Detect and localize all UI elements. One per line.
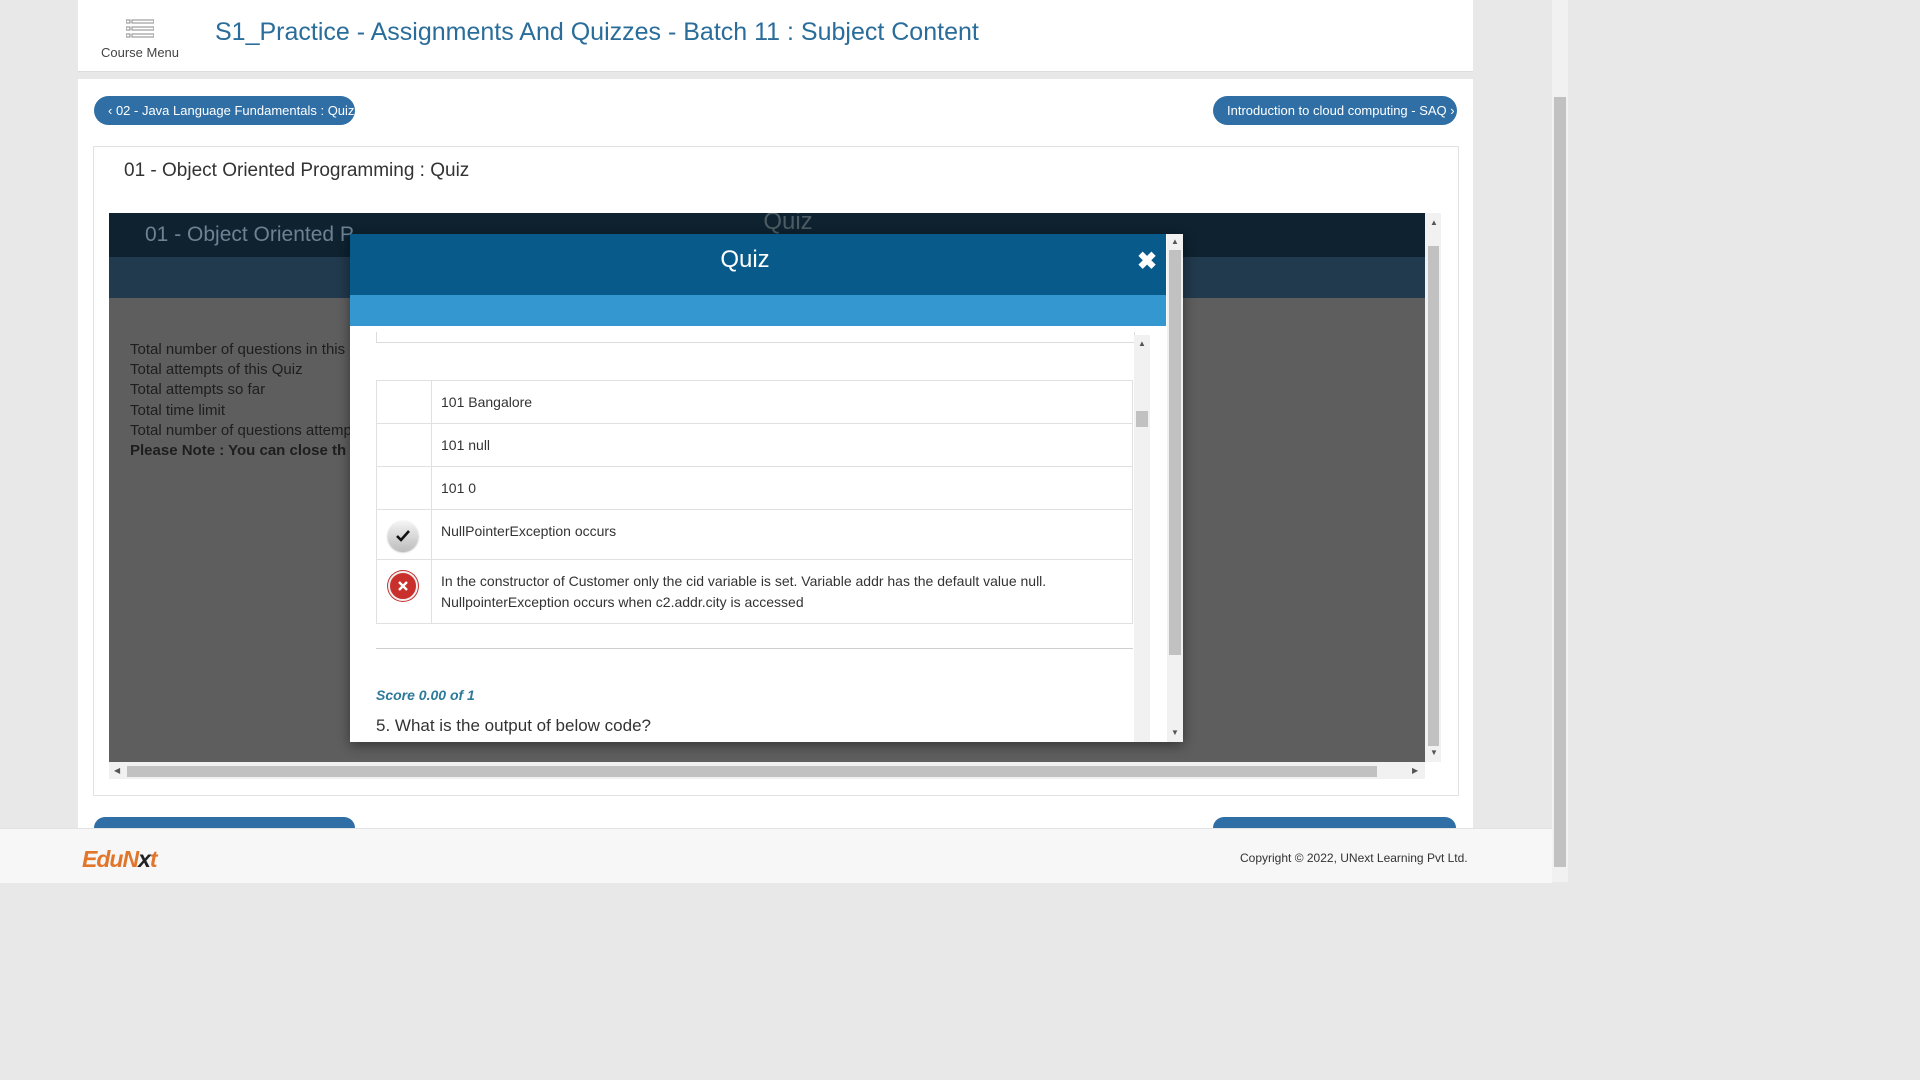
scroll-up-arrow-icon[interactable]: ▲ — [1430, 218, 1438, 227]
option-text: NullPointerException occurs — [431, 509, 1133, 560]
course-menu-button[interactable]: Course Menu — [90, 18, 190, 60]
scroll-right-arrow-icon[interactable]: ▶ — [1412, 766, 1418, 775]
option-text: 101 null — [431, 423, 1133, 467]
scroll-up-arrow-icon[interactable]: ▲ — [1171, 237, 1179, 246]
correct-check-icon — [388, 521, 418, 551]
window-scrollbar-thumb[interactable] — [1554, 97, 1566, 867]
scroll-down-arrow-icon[interactable]: ▼ — [1430, 748, 1438, 757]
info-line: Total attempts of this Quiz — [130, 361, 303, 378]
option-row[interactable]: 101 Bangalore — [376, 380, 1133, 424]
logo-part: t — [149, 846, 158, 872]
info-line: Total number of questions attemp — [130, 422, 352, 439]
info-line: Total number of questions in this — [130, 341, 346, 358]
score-label: Score 0.00 of 1 — [376, 687, 475, 703]
option-mark-cell — [376, 380, 432, 424]
modal-band — [350, 295, 1166, 326]
frame-horizontal-scrollbar-thumb[interactable] — [127, 766, 1377, 777]
scroll-left-arrow-icon[interactable]: ◀ — [114, 766, 120, 775]
incorrect-x-icon — [388, 571, 418, 601]
option-row[interactable]: NullPointerException occurs — [376, 509, 1133, 560]
page-title: S1_Practice - Assignments And Quizzes - … — [215, 18, 979, 46]
option-text: In the constructor of Customer only the … — [431, 559, 1133, 624]
next-item-button-bottom[interactable] — [1213, 817, 1456, 828]
option-mark-cell — [376, 423, 432, 467]
scroll-down-arrow-icon[interactable]: ▼ — [1171, 728, 1179, 737]
option-text: 101 Bangalore — [431, 380, 1133, 424]
previous-item-button-bottom[interactable] — [94, 817, 355, 828]
modal-title: Quiz — [720, 246, 770, 273]
option-row[interactable]: 101 null — [376, 423, 1133, 467]
divider — [376, 648, 1133, 649]
logo-part: EduN — [82, 846, 139, 872]
option-mark-cell — [376, 559, 432, 624]
logo-part: x — [138, 846, 151, 872]
previous-table-edge — [376, 332, 1135, 343]
question-text: 5. What is the output of below code? — [376, 716, 652, 735]
info-note: Please Note : You can close th — [130, 442, 347, 459]
option-text: 101 0 — [431, 466, 1133, 510]
list-icon — [126, 19, 154, 38]
option-mark-cell — [376, 466, 432, 510]
close-icon[interactable]: ✖ — [1137, 247, 1157, 276]
modal-inner-scrollbar[interactable] — [1134, 335, 1150, 742]
scroll-up-arrow-icon[interactable]: ▲ — [1138, 339, 1146, 348]
content-title: 01 - Object Oriented Programming : Quiz — [124, 160, 470, 181]
quiz-modal: Quiz ✖ 101 Bangalore 101 null 101 0 Null… — [350, 234, 1183, 742]
frame-vertical-scrollbar-thumb[interactable] — [1428, 246, 1439, 746]
modal-outer-scrollbar-thumb[interactable] — [1169, 250, 1181, 655]
course-menu-label: Course Menu — [100, 45, 180, 60]
next-item-button[interactable]: Introduction to cloud computing - SAQ › — [1213, 96, 1457, 125]
modal-inner-scrollbar-thumb[interactable] — [1136, 411, 1148, 427]
info-line: Total time limit — [130, 402, 226, 419]
copyright-text: Copyright © 2022, UNext Learning Pvt Ltd… — [1240, 851, 1468, 865]
previous-item-button[interactable]: ‹ 02 - Java Language Fundamentals : Quiz — [94, 96, 355, 125]
options-table: 101 Bangalore 101 null 101 0 NullPointer… — [376, 380, 1133, 624]
info-line: Total attempts so far — [130, 381, 266, 398]
option-mark-cell — [376, 509, 432, 560]
edunxt-logo: EduNxt — [82, 846, 157, 873]
option-row[interactable]: 101 0 — [376, 466, 1133, 510]
frame-subheader-title: 01 - Object Oriented P — [145, 223, 354, 246]
option-row[interactable]: In the constructor of Customer only the … — [376, 559, 1133, 624]
